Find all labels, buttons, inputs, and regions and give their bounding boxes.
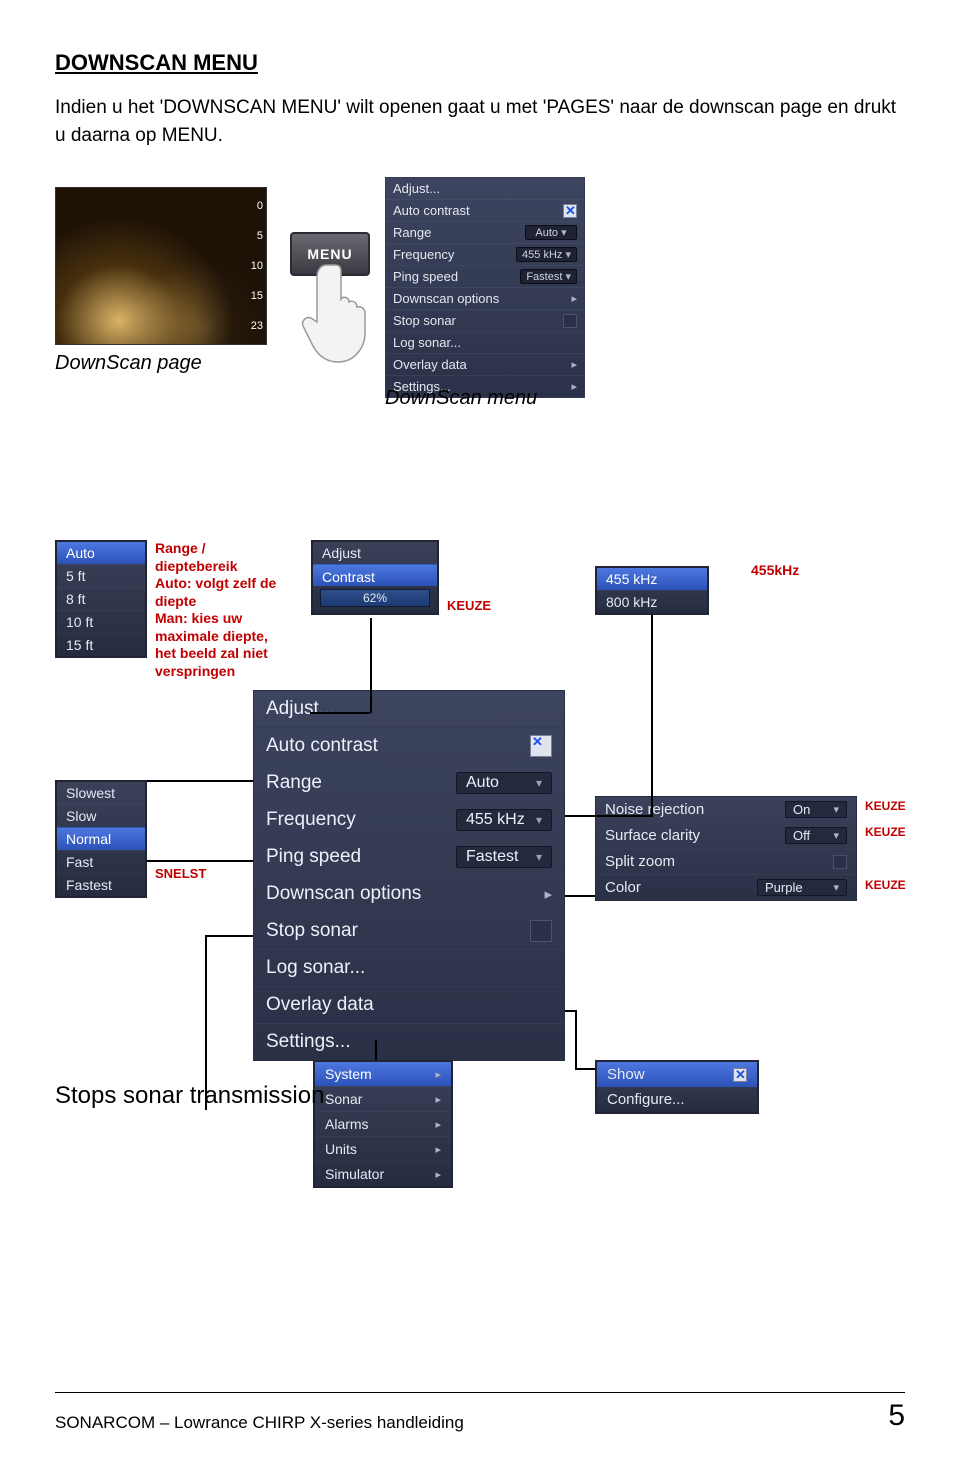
frequency-popup: 455 kHz 800 kHz [595,566,709,615]
checkbox-icon[interactable] [833,855,847,869]
menu-item-settings[interactable]: Settings... [254,1023,564,1060]
configure-row[interactable]: Configure... [597,1087,757,1112]
checkbox-icon[interactable] [733,1068,747,1082]
connector-line [575,1010,577,1070]
checkbox-icon[interactable] [530,735,552,757]
menu-item-downscan-options[interactable]: Downscan options▸ [254,875,564,912]
menu-item-stop-sonar[interactable]: Stop sonar [386,309,584,331]
keuze-label: KEUZE [865,799,906,813]
menu-item-ping-speed[interactable]: Ping speedFastest▾ [254,838,564,875]
menu-item-log-sonar[interactable]: Log sonar... [386,331,584,353]
intro-text: Indien u het 'DOWNSCAN MENU' wilt openen… [55,94,905,149]
connector-line [565,1010,577,1012]
adjust-title: Adjust [313,542,437,564]
speed-option[interactable]: Slowest [57,782,145,804]
connector-line [375,1040,377,1060]
keuze-label: KEUZE [447,598,491,613]
speed-option[interactable]: Fast [57,850,145,873]
menu-item-log-sonar[interactable]: Log sonar... [254,949,564,986]
snelst-annotation: SNELST [155,866,206,881]
menu-item-overlay-data[interactable]: Overlay data [254,986,564,1023]
range-option[interactable]: 10 ft [57,610,145,633]
opt-color[interactable]: ColorPurple▾ [596,874,856,900]
speed-option[interactable]: Slow [57,804,145,827]
downscan-small-menu: Adjust... Auto contrast RangeAuto ▾ Freq… [385,177,585,398]
connector-line [205,935,253,937]
downscan-big-menu: Adjust... Auto contrast RangeAuto▾ Frequ… [253,690,565,1061]
menu-item-range[interactable]: RangeAuto ▾ [386,221,584,243]
page-title: DOWNSCAN MENU [55,50,905,76]
range-option[interactable]: 8 ft [57,587,145,610]
connector-line [370,618,372,713]
freq-option[interactable]: 455 kHz [597,568,707,590]
menu-item-auto-contrast[interactable]: Auto contrast [254,727,564,764]
connector-line [205,935,207,1110]
checkbox-icon[interactable] [563,314,577,328]
menu-item-range[interactable]: RangeAuto▾ [254,764,564,801]
page-number: 5 [888,1399,905,1433]
connector-line [565,815,653,817]
settings-popup: System▸ Sonar▸ Alarms▸ Units▸ Simulator▸ [313,1060,453,1188]
range-annotation: Range / dieptebereik Auto: volgt zelf de… [155,540,290,680]
contrast-value[interactable]: 62% [320,589,430,607]
checkbox-icon[interactable] [563,204,577,218]
connector-line [651,615,653,815]
opt-surface-clarity[interactable]: Surface clarityOff▾ [596,822,856,848]
menu-item-downscan-options[interactable]: Downscan options▸ [386,287,584,309]
range-option[interactable]: Auto [57,542,145,564]
keuze-label: KEUZE [865,878,906,892]
menu-item-overlay-data[interactable]: Overlay data▸ [386,353,584,375]
hand-icon [298,257,382,367]
settings-option[interactable]: Sonar▸ [315,1086,451,1111]
stops-annotation: Stops sonar transmission [55,1080,324,1111]
checkbox-icon[interactable] [530,920,552,942]
opt-noise-rejection[interactable]: Noise rejectionOn▾ [596,797,856,822]
ping-speed-popup: Slowest Slow Normal Fast Fastest [55,780,147,898]
page-footer: SONARCOM – Lowrance CHIRP X-series handl… [55,1392,905,1433]
keuze-label: KEUZE [865,825,906,839]
range-option[interactable]: 15 ft [57,633,145,656]
menu-item-frequency[interactable]: Frequency455 kHz▾ [254,801,564,838]
connector-line [575,1068,595,1070]
range-option[interactable]: 5 ft [57,564,145,587]
settings-option[interactable]: Alarms▸ [315,1111,451,1136]
menu-item-adjust[interactable]: Adjust... [386,178,584,199]
show-row[interactable]: Show [597,1062,757,1087]
connector-line [310,712,370,714]
settings-option[interactable]: Simulator▸ [315,1161,451,1186]
range-popup: Auto 5 ft 8 ft 10 ft 15 ft [55,540,147,658]
downscan-preview: 05101523 [55,187,267,345]
connector-line [147,860,253,862]
depth-scale: 05101523 [251,191,263,341]
menu-item-adjust[interactable]: Adjust... [254,691,564,727]
downscan-page-label: DownScan page [55,352,202,375]
freq-annotation: 455kHz [751,562,799,578]
contrast-row[interactable]: Contrast [313,564,437,586]
connector-line [565,895,595,897]
speed-option[interactable]: Normal [57,827,145,850]
opt-split-zoom[interactable]: Split zoom [596,848,856,874]
overlay-data-popup: Show Configure... [595,1060,759,1114]
downscan-options-popup: Noise rejectionOn▾ Surface clarityOff▾ S… [595,796,857,901]
adjust-popup: Adjust Contrast 62% [311,540,439,615]
menu-item-stop-sonar[interactable]: Stop sonar [254,912,564,949]
menu-item-ping-speed[interactable]: Ping speedFastest ▾ [386,265,584,287]
menu-item-frequency[interactable]: Frequency455 kHz ▾ [386,243,584,265]
menu-item-auto-contrast[interactable]: Auto contrast [386,199,584,221]
footer-text: SONARCOM – Lowrance CHIRP X-series handl… [55,1413,464,1433]
settings-option[interactable]: System▸ [315,1062,451,1086]
freq-option[interactable]: 800 kHz [597,590,707,613]
connector-line [147,780,253,782]
speed-option[interactable]: Fastest [57,873,145,896]
settings-option[interactable]: Units▸ [315,1136,451,1161]
downscan-menu-label: DownScan menu [385,387,537,410]
